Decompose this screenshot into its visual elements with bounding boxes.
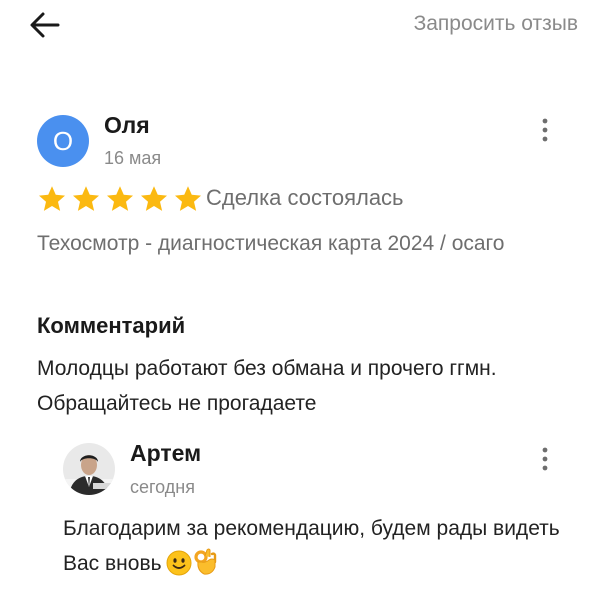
review-menu-button[interactable]: [540, 117, 550, 143]
slightly-smiling-face-icon: [166, 550, 192, 587]
star-icon: [175, 186, 201, 211]
review-author-name: Оля: [104, 112, 150, 138]
star-icon: [39, 186, 65, 211]
person-photo-icon: [63, 443, 115, 495]
request-review-button[interactable]: Запросить отзыв: [414, 12, 578, 36]
review-date: 16 мая: [104, 148, 162, 168]
rating-stars: [37, 184, 203, 214]
ok-hand-icon: [193, 548, 217, 587]
star-icon: [141, 186, 167, 211]
reply-date: сегодня: [130, 477, 195, 497]
reply-author-name: Артем: [130, 440, 202, 466]
star-icon: [73, 186, 99, 211]
comment-heading: Комментарий: [37, 313, 186, 338]
comment-text: Молодцы работают без обмана и прочего гг…: [37, 357, 497, 415]
arrow-left-icon: [30, 12, 60, 38]
service-name: Техосмотр - диагностическая карта 2024 /…: [37, 232, 505, 255]
reply-text-content: Благодарим за рекомендацию, будем рады в…: [63, 517, 560, 575]
avatar-letter: О: [52, 125, 74, 156]
back-button[interactable]: [28, 8, 62, 42]
more-vertical-icon: [542, 447, 548, 471]
deal-status: Сделка состоялась: [206, 185, 404, 210]
star-icon: [107, 186, 133, 211]
reply-menu-button[interactable]: [540, 446, 550, 472]
reply-author-avatar: [63, 443, 115, 495]
reply-text: Благодарим за рекомендацию, будем рады в…: [63, 511, 583, 587]
author-avatar: О: [37, 115, 89, 167]
more-vertical-icon: [542, 118, 548, 142]
